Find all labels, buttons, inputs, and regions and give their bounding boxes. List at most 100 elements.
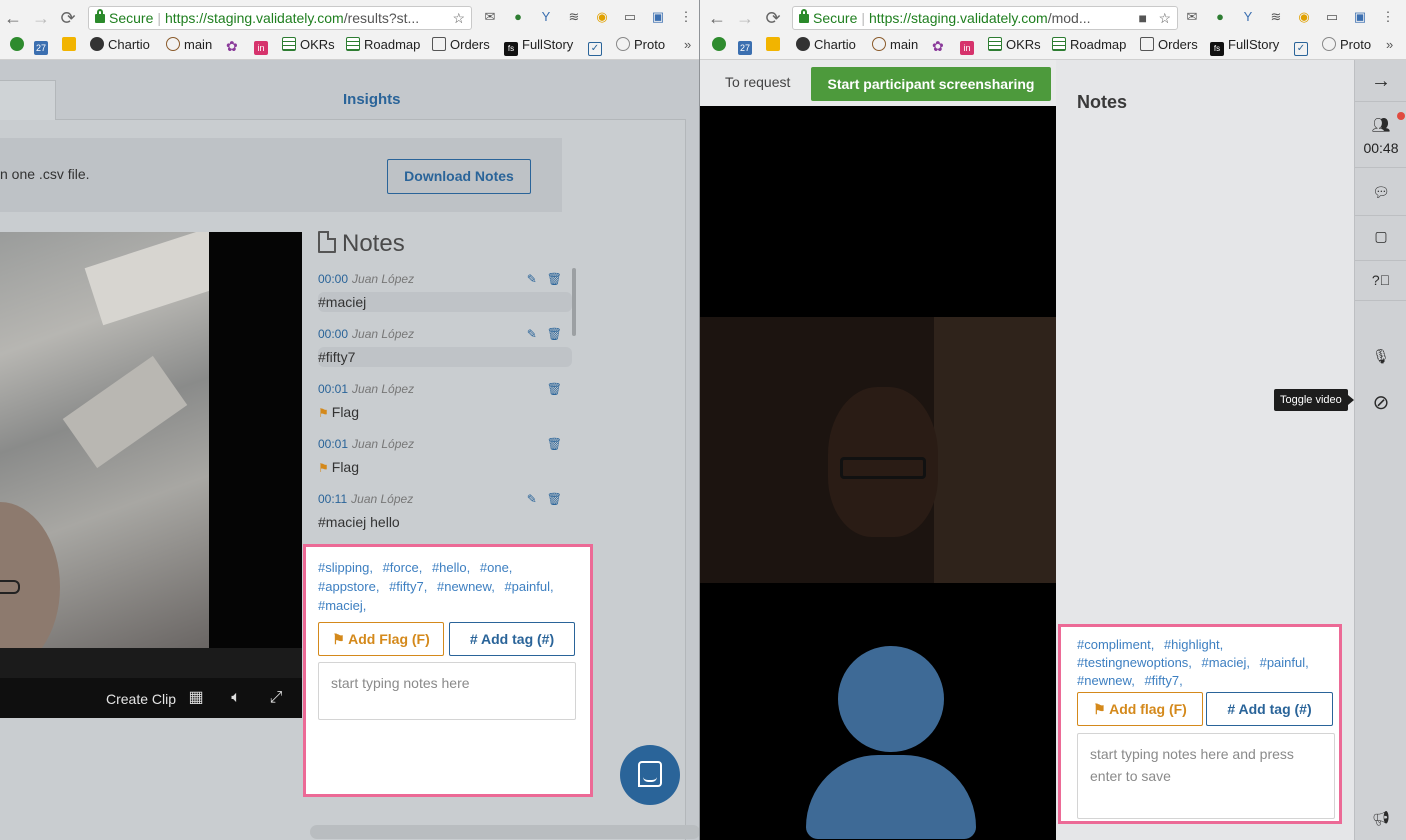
extension-box-icon[interactable]: ▣ [650, 9, 666, 25]
bookmark-orders[interactable]: Orders [1140, 36, 1198, 54]
bookmark-proto[interactable]: Proto [1322, 36, 1371, 54]
forward-icon[interactable]: → [734, 7, 756, 29]
note-timestamp[interactable]: 00:00 [318, 272, 348, 286]
note-icon[interactable]: ▢ [1355, 228, 1406, 245]
bookmark-invision-icon[interactable]: in [960, 36, 978, 55]
note-input[interactable]: start typing notes here and press enter … [1077, 733, 1335, 819]
back-icon[interactable]: ← [706, 7, 728, 29]
delete-icon[interactable]: 🗑︎ [547, 492, 562, 506]
tag-link[interactable]: #fifty7, [389, 579, 427, 594]
star-icon[interactable]: ☆ [1158, 7, 1171, 29]
edit-icon[interactable]: ✎ [527, 492, 537, 506]
star-icon[interactable]: ☆ [452, 7, 465, 29]
cast-icon[interactable]: ▭ [1324, 9, 1340, 25]
bookmark-chartio[interactable]: Chartio [90, 36, 150, 54]
bookmark-evernote-icon[interactable] [10, 36, 28, 54]
add-flag-button[interactable]: ⚑ Add flag (F) [1077, 692, 1203, 726]
help-icon[interactable]: ?⃝ [1355, 272, 1406, 288]
tab-insights[interactable]: Insights [343, 91, 401, 108]
edit-icon[interactable]: ✎ [527, 272, 537, 286]
left-address-bar[interactable]: Secure | https://staging.validately.com/re… [88, 6, 472, 30]
tag-link[interactable]: #appstore, [318, 579, 379, 594]
bookmark-fullstory[interactable]: fs FullStory [504, 36, 573, 56]
bookmark-orders[interactable]: Orders [432, 36, 490, 54]
extension-icon[interactable]: ● [1212, 9, 1228, 25]
tag-link[interactable]: #hello, [432, 560, 470, 575]
tag-link[interactable]: #highlight, [1164, 637, 1223, 652]
bookmark-roadmap[interactable]: Roadmap [1052, 36, 1126, 54]
note-timestamp[interactable]: 00:00 [318, 327, 348, 341]
bookmark-calendar[interactable]: 27 [34, 36, 52, 55]
extension-icon[interactable]: ● [510, 9, 526, 25]
forward-icon[interactable]: → [30, 7, 52, 29]
note-timestamp[interactable]: 00:01 [318, 382, 348, 396]
bookmark-okrs[interactable]: OKRs [988, 36, 1041, 54]
edit-icon[interactable]: ✎ [527, 327, 537, 341]
bookmark-keep-icon[interactable] [62, 36, 80, 54]
camera-icon[interactable]: ■ [1139, 7, 1147, 29]
extension-y-icon[interactable]: Y [1240, 9, 1256, 25]
reload-icon[interactable]: ⟳ [57, 7, 79, 29]
mail-icon[interactable]: ✉ [482, 9, 498, 25]
delete-icon[interactable]: 🗑︎ [547, 437, 562, 451]
toggle-video-icon[interactable]: ⊘ [1355, 390, 1406, 415]
back-icon[interactable]: ← [2, 7, 24, 29]
extension-box-icon[interactable]: ▣ [1352, 9, 1368, 25]
chrome-extension-icon[interactable]: ◉ [1296, 9, 1312, 25]
note-input[interactable]: start typing notes here [318, 662, 576, 720]
bookmark-chartio[interactable]: Chartio [796, 36, 856, 54]
right-address-bar[interactable]: Secure | https://staging.validately.com/mo… [792, 6, 1178, 30]
tag-link[interactable]: #newnew, [437, 579, 495, 594]
collapse-arrow-icon[interactable]: → [1355, 70, 1406, 93]
bookmark-keep-icon[interactable] [766, 36, 784, 54]
add-tag-button[interactable]: # Add tag (#) [449, 622, 575, 656]
support-chat-button[interactable] [620, 745, 680, 805]
bookmark-proto[interactable]: Proto [616, 36, 665, 54]
layers-icon[interactable]: ≋ [566, 9, 582, 25]
more-bookmarks-icon[interactable]: » [1386, 36, 1393, 54]
chat-icon[interactable]: 💬︎ [1355, 184, 1406, 201]
video-scrubber[interactable] [0, 648, 302, 678]
add-tag-button[interactable]: # Add tag (#) [1206, 692, 1333, 726]
bookmark-calendar[interactable]: 27 [738, 36, 756, 55]
bookmark-okrs[interactable]: OKRs [282, 36, 335, 54]
horizontal-scrollbar[interactable] [310, 825, 700, 839]
bookmark-main[interactable]: main [872, 36, 918, 54]
delete-icon[interactable]: 🗑︎ [547, 272, 562, 286]
tab-notes-active[interactable] [0, 80, 56, 120]
volume-icon[interactable]: 🔈︎ [226, 688, 246, 708]
bookmark-flower-icon[interactable]: ✿ [932, 36, 950, 54]
tag-link[interactable]: #compliment, [1077, 637, 1154, 652]
start-screensharing-button[interactable]: Start participant screensharing [811, 67, 1051, 101]
tag-link[interactable]: #force, [383, 560, 423, 575]
tag-link[interactable]: #painful, [504, 579, 553, 594]
bookmark-fullstory[interactable]: fs FullStory [1210, 36, 1279, 56]
tag-link[interactable]: #slipping, [318, 560, 373, 575]
bookmark-roadmap[interactable]: Roadmap [346, 36, 420, 54]
delete-icon[interactable]: 🗑︎ [547, 382, 562, 396]
add-flag-button[interactable]: ⚑ Add Flag (F) [318, 622, 444, 656]
bookmark-evernote-icon[interactable] [712, 36, 730, 54]
fullscreen-icon[interactable]: ⤢ [266, 688, 286, 708]
download-notes-button[interactable]: Download Notes [387, 159, 531, 194]
menu-icon[interactable]: ⋮ [678, 9, 694, 25]
bookmark-check-icon[interactable]: ✓ [1294, 36, 1312, 56]
bookmark-main[interactable]: main [166, 36, 212, 54]
tag-link[interactable]: #one, [480, 560, 513, 575]
tag-link[interactable]: #testingnewoptions, [1077, 655, 1192, 670]
film-icon[interactable]: ▦ [186, 688, 206, 708]
cast-icon[interactable]: ▭ [622, 9, 638, 25]
note-timestamp[interactable]: 00:11 [318, 492, 347, 506]
delete-icon[interactable]: 🗑︎ [547, 327, 562, 341]
reload-icon[interactable]: ⟳ [762, 7, 784, 29]
session-video-player[interactable]: Create Clip ▦ 🔈︎ ⤢ [0, 232, 302, 718]
note-timestamp[interactable]: 00:01 [318, 437, 348, 451]
tag-link[interactable]: #fifty7, [1144, 673, 1182, 688]
tag-link[interactable]: #newnew, [1077, 673, 1135, 688]
mute-microphone-icon[interactable]: 🎙︎ [1355, 348, 1406, 365]
chrome-extension-icon[interactable]: ◉ [594, 9, 610, 25]
layers-icon[interactable]: ≋ [1268, 9, 1284, 25]
tag-link[interactable]: #painful, [1260, 655, 1309, 670]
extension-y-icon[interactable]: Y [538, 9, 554, 25]
tag-link[interactable]: #maciej, [318, 598, 366, 613]
